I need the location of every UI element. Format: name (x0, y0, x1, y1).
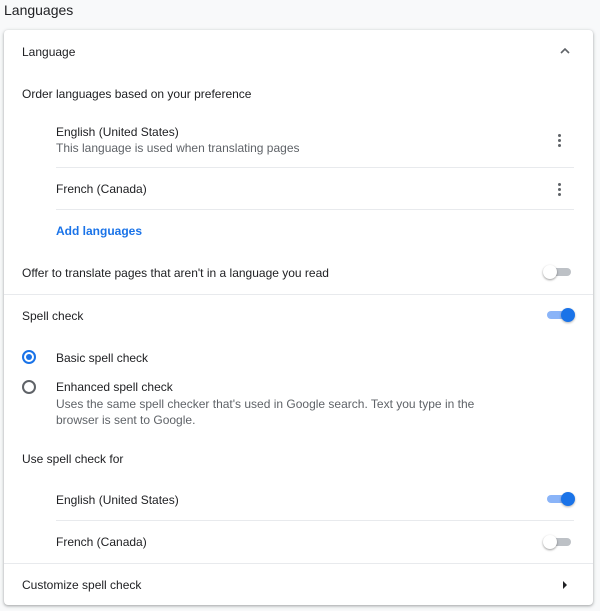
divider (4, 294, 593, 295)
more-vert-icon[interactable] (549, 130, 569, 150)
toggle-knob (561, 308, 575, 322)
more-vert-icon[interactable] (549, 179, 569, 199)
enhanced-spell-check-label: Enhanced spell check (56, 380, 173, 394)
basic-spell-check-label: Basic spell check (56, 351, 149, 365)
enhanced-spell-check-radio[interactable] (22, 380, 36, 394)
toggle-knob (543, 535, 557, 549)
order-languages-label: Order languages based on your preference (22, 87, 252, 101)
spell-language-french: French (Canada) (56, 535, 147, 549)
spell-language-english: English (United States) (56, 493, 179, 507)
toggle-knob (561, 492, 575, 506)
language-item-subtitle: This language is used when translating p… (56, 141, 300, 155)
chevron-up-icon[interactable] (558, 44, 572, 58)
use-spell-check-for-label: Use spell check for (22, 452, 124, 466)
add-languages-link[interactable]: Add languages (56, 224, 142, 238)
divider (56, 167, 574, 168)
section-title: Languages (4, 2, 74, 18)
enhanced-spell-check-description-2: browser is sent to Google. (56, 413, 196, 427)
arrow-right-icon (558, 578, 572, 592)
offer-translate-toggle[interactable] (543, 264, 573, 280)
toggle-knob (543, 265, 557, 279)
basic-spell-check-radio[interactable] (22, 350, 36, 364)
spell-check-label: Spell check (22, 309, 84, 323)
divider (56, 520, 574, 521)
offer-translate-label: Offer to translate pages that aren't in … (22, 266, 329, 280)
customize-spell-check-row[interactable]: Customize spell check (4, 564, 593, 604)
spell-english-toggle[interactable] (545, 491, 575, 507)
enhanced-spell-check-description: Uses the same spell checker that's used … (56, 397, 475, 411)
language-item-name: English (United States) (56, 125, 179, 139)
language-header-label: Language (22, 45, 76, 59)
divider (56, 209, 574, 210)
spell-check-toggle[interactable] (545, 307, 575, 323)
customize-spell-check-label: Customize spell check (22, 578, 142, 592)
languages-card: Language Order languages based on your p… (4, 30, 593, 605)
language-item-name: French (Canada) (56, 182, 147, 196)
spell-french-toggle[interactable] (543, 534, 573, 550)
